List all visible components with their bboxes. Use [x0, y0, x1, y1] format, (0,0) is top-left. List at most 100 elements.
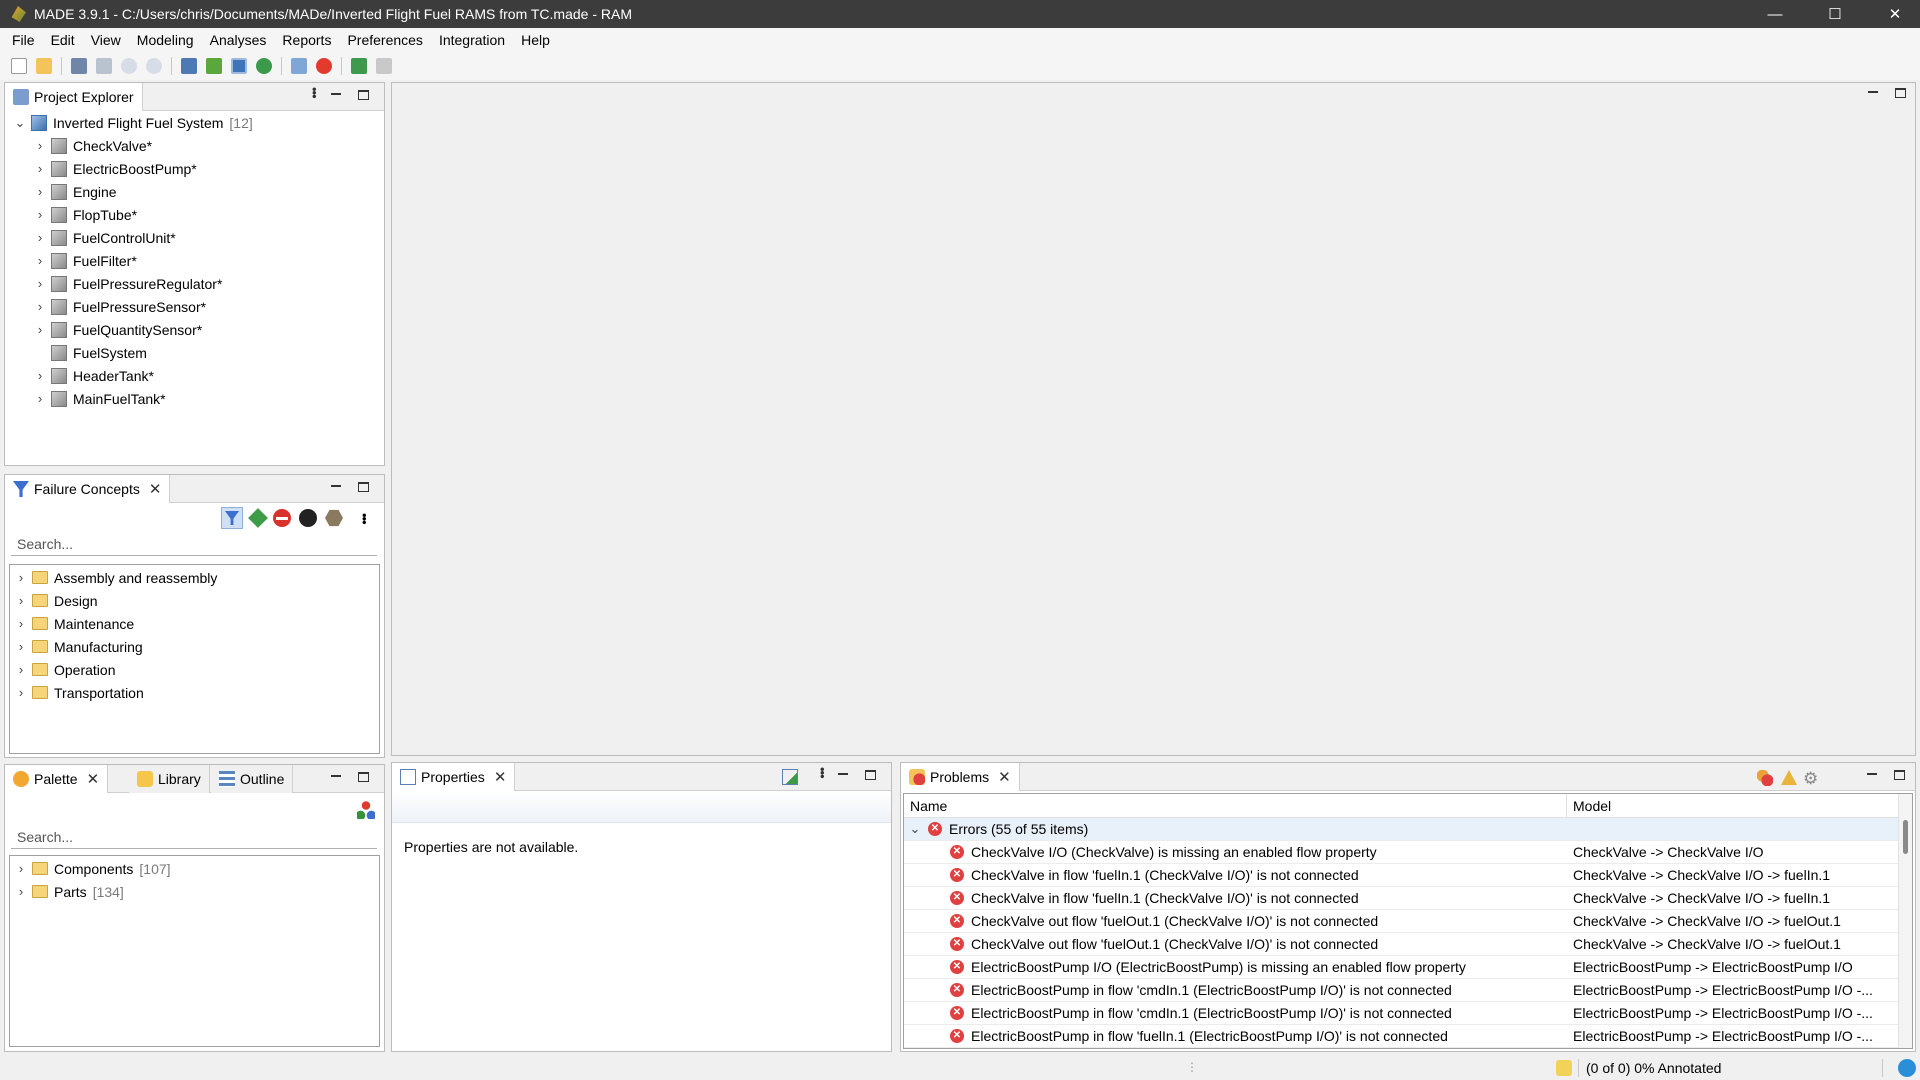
close-icon[interactable]: ✕ [494, 768, 507, 786]
plugin-icon[interactable] [348, 55, 370, 77]
chevron-right-icon[interactable]: › [33, 230, 47, 245]
chevron-right-icon[interactable]: › [33, 276, 47, 291]
menu-preferences[interactable]: Preferences [339, 32, 430, 48]
redo-icon[interactable] [143, 55, 165, 77]
menu-help[interactable]: Help [513, 32, 558, 48]
diagram-icon[interactable] [228, 55, 250, 77]
errors-group-row[interactable]: ⌄ ✕ Errors (55 of 55 items) [904, 818, 1904, 841]
menu-edit[interactable]: Edit [43, 32, 83, 48]
maximize-icon[interactable] [358, 772, 369, 782]
chevron-right-icon[interactable]: › [14, 639, 28, 654]
save-icon[interactable] [68, 55, 90, 77]
tab-outline[interactable]: Outline [211, 765, 294, 793]
tab-library[interactable]: Library [129, 765, 210, 793]
error-filter-icon[interactable] [1757, 770, 1773, 786]
new-file-icon[interactable] [8, 55, 30, 77]
close-icon[interactable]: ✕ [87, 770, 100, 788]
view-menu-icon[interactable]: ••• [357, 513, 372, 524]
notifications-icon[interactable] [1898, 1059, 1916, 1077]
settings-icon[interactable]: ⚙ [1803, 769, 1818, 789]
menu-modeling[interactable]: Modeling [129, 32, 202, 48]
tab-palette[interactable]: Palette ✕ [5, 765, 109, 793]
circle-icon[interactable] [299, 509, 317, 527]
folder-item[interactable]: › Maintenance [14, 612, 134, 635]
tree-root[interactable]: ⌄ Inverted Flight Fuel System [12] [13, 111, 253, 134]
menu-analyses[interactable]: Analyses [202, 32, 275, 48]
pie-icon[interactable] [313, 55, 335, 77]
failure-search-input[interactable]: Search... [11, 532, 377, 556]
chevron-right-icon[interactable]: › [14, 662, 28, 677]
scrollbar-thumb[interactable] [1903, 820, 1908, 854]
tree-item[interactable]: › CheckValve* [33, 134, 152, 157]
minimize-icon[interactable] [331, 481, 341, 487]
tab-properties[interactable]: Properties ✕ [392, 763, 516, 791]
chevron-right-icon[interactable]: › [33, 138, 47, 153]
tree-item[interactable]: FuelSystem [33, 341, 147, 364]
folder-item[interactable]: › Parts [134] [14, 880, 124, 903]
tab-project-explorer[interactable]: Project Explorer [5, 83, 143, 111]
problem-row[interactable]: ✕ CheckValve I/O (CheckValve) is missing … [904, 841, 1899, 864]
maximize-button[interactable]: ☐ [1812, 0, 1858, 28]
pilcrow-icon[interactable] [373, 55, 395, 77]
chevron-right-icon[interactable]: › [33, 391, 47, 406]
close-button[interactable]: ✕ [1872, 0, 1918, 28]
tree-item[interactable]: › ElectricBoostPump* [33, 157, 197, 180]
chevron-right-icon[interactable]: › [33, 161, 47, 176]
chevron-right-icon[interactable]: › [14, 616, 28, 631]
problem-row[interactable]: ✕ ElectricBoostPump I/O (ElectricBoostPum… [904, 956, 1899, 979]
problem-row[interactable]: ✕ CheckValve in flow 'fuelIn.1 (CheckValv… [904, 887, 1899, 910]
minimize-button[interactable]: — [1752, 0, 1798, 28]
chevron-right-icon[interactable]: › [33, 253, 47, 268]
maximize-icon[interactable] [1894, 770, 1905, 780]
tree-item[interactable]: › Engine [33, 180, 117, 203]
maximize-icon[interactable] [358, 90, 369, 100]
tab-problems[interactable]: Problems ✕ [901, 763, 1020, 791]
problem-row[interactable]: ✕ ElectricBoostPump in flow 'cmdIn.1 (Ele… [904, 979, 1899, 1002]
open-folder-icon[interactable] [33, 55, 55, 77]
folder-item[interactable]: › Operation [14, 658, 116, 681]
document-icon[interactable] [288, 55, 310, 77]
hexagon-icon[interactable] [325, 509, 343, 527]
diamond-icon[interactable] [248, 508, 268, 528]
tree-item[interactable]: › FuelPressureRegulator* [33, 272, 222, 295]
chevron-right-icon[interactable]: › [14, 685, 28, 700]
chevron-right-icon[interactable]: › [14, 570, 28, 585]
chevron-right-icon[interactable]: › [33, 207, 47, 222]
folder-item[interactable]: › Design [14, 589, 98, 612]
folder-item[interactable]: › Components [107] [14, 857, 171, 880]
close-icon[interactable]: ✕ [998, 768, 1011, 786]
minimize-icon[interactable] [1868, 87, 1878, 93]
problem-row[interactable]: ✕ CheckValve in flow 'fuelIn.1 (CheckValv… [904, 864, 1899, 887]
problem-row[interactable]: ✕ CheckValve out flow 'fuelOut.1 (CheckVa… [904, 910, 1899, 933]
maximize-icon[interactable] [358, 482, 369, 492]
tree-item[interactable]: › MainFuelTank* [33, 387, 166, 410]
menu-view[interactable]: View [83, 32, 129, 48]
tree-item[interactable]: › HeaderTank* [33, 364, 154, 387]
problem-row[interactable]: ✕ ElectricBoostPump in flow 'fuelIn.1 (El… [904, 1025, 1899, 1048]
palette-search-input[interactable]: Search... [11, 825, 377, 849]
folder-item[interactable]: › Manufacturing [14, 635, 143, 658]
view-menu-icon[interactable]: ••• [815, 767, 830, 778]
tree-item[interactable]: › FuelFilter* [33, 249, 137, 272]
tab-failure-concepts[interactable]: Failure Concepts ✕ [5, 475, 171, 503]
maximize-icon[interactable] [865, 770, 876, 780]
tree-item[interactable]: › FuelPressureSensor* [33, 295, 206, 318]
chevron-right-icon[interactable]: › [33, 322, 47, 337]
close-icon[interactable]: ✕ [149, 480, 162, 498]
menu-integration[interactable]: Integration [431, 32, 513, 48]
tree-item[interactable]: › FlopTube* [33, 203, 137, 226]
menu-reports[interactable]: Reports [274, 32, 339, 48]
minimize-icon[interactable] [331, 771, 341, 777]
folder-item[interactable]: › Transportation [14, 681, 144, 704]
minimize-icon[interactable] [838, 769, 848, 775]
folder-item[interactable]: › Assembly and reassembly [14, 566, 218, 589]
maximize-icon[interactable] [1895, 88, 1906, 98]
problem-row[interactable]: ✕ CheckValve out flow 'fuelOut.1 (CheckVa… [904, 933, 1899, 956]
chart-icon[interactable] [203, 55, 225, 77]
view-menu-icon[interactable]: ••• [307, 87, 322, 98]
chevron-right-icon[interactable]: › [14, 861, 28, 876]
chevron-down-icon[interactable]: ⌄ [908, 821, 922, 837]
column-name[interactable]: Name [904, 794, 1567, 817]
column-model[interactable]: Model [1567, 794, 1904, 817]
chevron-right-icon[interactable]: › [14, 593, 28, 608]
